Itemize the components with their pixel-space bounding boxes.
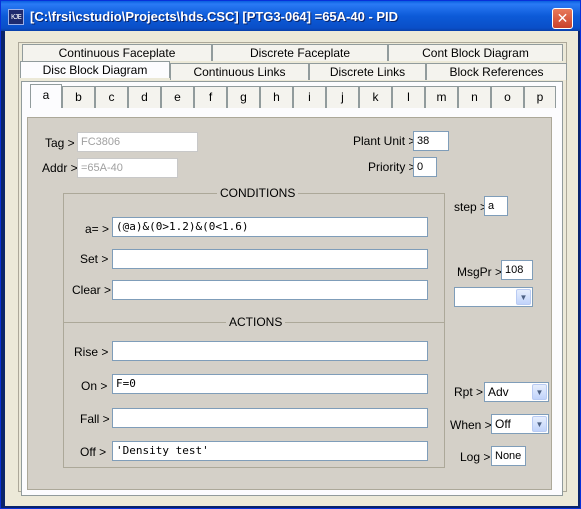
letter-tab-label: a: [42, 88, 50, 102]
actions-title: ACTIONS: [226, 315, 286, 329]
letter-tab-e[interactable]: e: [161, 86, 194, 108]
step-field[interactable]: a: [484, 196, 508, 216]
tab-label: Disc Block Diagram: [42, 63, 148, 77]
tab-disc-block-diagram[interactable]: Disc Block Diagram: [20, 61, 170, 78]
chevron-down-icon[interactable]: ▼: [516, 289, 531, 305]
rise-label: Rise >: [74, 345, 109, 359]
title-bar[interactable]: KJE [C:\frsi\cstudio\Projects\hds.CSC] […: [1, 1, 580, 31]
window-title: [C:\frsi\cstudio\Projects\hds.CSC] [PTG3…: [30, 9, 399, 24]
letter-tab-label: p: [536, 90, 544, 104]
letter-tab-label: f: [208, 90, 213, 104]
letter-tab-i[interactable]: i: [293, 86, 326, 108]
letter-tab-label: g: [240, 90, 247, 104]
off-label: Off >: [80, 445, 107, 459]
letter-tab-label: c: [108, 90, 115, 104]
letter-tab-label: o: [504, 90, 511, 104]
when-dropdown[interactable]: Off ▼: [491, 414, 549, 434]
step-label: step >: [454, 200, 488, 214]
a-label: a= >: [85, 222, 110, 236]
letter-tab-label: h: [273, 90, 280, 104]
log-label: Log >: [460, 450, 491, 464]
letter-tab-label: n: [471, 90, 478, 104]
letter-tab-f[interactable]: f: [194, 86, 227, 108]
rpt-dropdown-value: Adv: [488, 385, 509, 399]
when-dropdown-value: Off: [495, 417, 511, 431]
priority-label: Priority >: [368, 160, 416, 174]
fall-field[interactable]: [112, 408, 428, 428]
tab-cont-block-diagram[interactable]: Cont Block Diagram: [388, 44, 563, 61]
log-field[interactable]: None: [491, 446, 526, 466]
letter-tab-label: i: [308, 90, 311, 104]
plant-unit-field[interactable]: 38: [413, 131, 449, 151]
fall-label: Fall >: [80, 412, 110, 426]
addr-field: =65A-40: [77, 158, 178, 178]
msgpr-label: MsgPr >: [457, 265, 503, 279]
on-field[interactable]: F=0: [112, 374, 428, 394]
set-label: Set >: [80, 252, 109, 266]
letter-tab-m[interactable]: m: [425, 86, 458, 108]
letter-tab-b[interactable]: b: [62, 86, 95, 108]
letter-tab-label: e: [174, 90, 181, 104]
close-icon: ✕: [556, 10, 569, 26]
letter-tab-label: d: [141, 90, 148, 104]
on-label: On >: [81, 379, 108, 393]
app-icon: KJE: [8, 9, 24, 25]
letter-tab-label: k: [372, 90, 379, 104]
letter-tab-l[interactable]: l: [392, 86, 425, 108]
chevron-down-icon[interactable]: ▼: [532, 416, 547, 432]
letter-tab-label: l: [407, 90, 410, 104]
clear-field[interactable]: [112, 280, 428, 300]
rpt-dropdown[interactable]: Adv ▼: [484, 382, 549, 402]
tag-label: Tag >: [45, 136, 75, 150]
letter-tab-c[interactable]: c: [95, 86, 128, 108]
priority-field[interactable]: 0: [413, 157, 437, 177]
letter-tab-label: m: [436, 90, 447, 104]
tab-discrete-links[interactable]: Discrete Links: [309, 63, 426, 80]
letter-tab-d[interactable]: d: [128, 86, 161, 108]
letter-tab-g[interactable]: g: [227, 86, 260, 108]
letter-tab-h[interactable]: h: [260, 86, 293, 108]
letter-tab-p[interactable]: p: [524, 86, 556, 108]
clear-label: Clear >: [72, 283, 112, 297]
tab-label: Block References: [449, 65, 544, 79]
set-field[interactable]: [112, 249, 428, 269]
chevron-down-icon[interactable]: ▼: [532, 384, 547, 400]
tab-discrete-faceplate[interactable]: Discrete Faceplate: [212, 44, 388, 61]
tab-label: Continuous Faceplate: [58, 46, 176, 60]
letter-tab-label: j: [341, 90, 344, 104]
plant-unit-label: Plant Unit >: [353, 134, 416, 148]
tab-continuous-links[interactable]: Continuous Links: [170, 63, 309, 80]
addr-label: Addr >: [42, 161, 78, 175]
tab-block-references[interactable]: Block References: [426, 63, 567, 80]
tag-field: FC3806: [77, 132, 198, 152]
letter-tab-j[interactable]: j: [326, 86, 359, 108]
a-expression-field[interactable]: (@a)&(0>1.2)&(0<1.6): [112, 217, 428, 237]
letter-tab-n[interactable]: n: [458, 86, 491, 108]
msgpr-field[interactable]: 108: [501, 260, 533, 280]
msgpr-dropdown[interactable]: ▼: [454, 287, 533, 307]
letter-tab-k[interactable]: k: [359, 86, 392, 108]
tab-label: Discrete Faceplate: [249, 46, 351, 60]
pid-window: KJE [C:\frsi\cstudio\Projects\hds.CSC] […: [0, 0, 581, 509]
close-button[interactable]: ✕: [552, 8, 573, 29]
letter-tab-label: b: [75, 90, 82, 104]
tab-label: Discrete Links: [329, 65, 406, 79]
tab-continuous-faceplate[interactable]: Continuous Faceplate: [22, 44, 212, 61]
conditions-title: CONDITIONS: [217, 186, 299, 200]
when-label: When >: [450, 418, 492, 432]
off-field[interactable]: 'Density test': [112, 441, 428, 461]
letter-tab-o[interactable]: o: [491, 86, 524, 108]
rise-field[interactable]: [112, 341, 428, 361]
tab-label: Cont Block Diagram: [422, 46, 529, 60]
tab-label: Continuous Links: [193, 65, 286, 79]
rpt-label: Rpt >: [454, 385, 484, 399]
letter-tab-a[interactable]: a: [30, 84, 62, 108]
